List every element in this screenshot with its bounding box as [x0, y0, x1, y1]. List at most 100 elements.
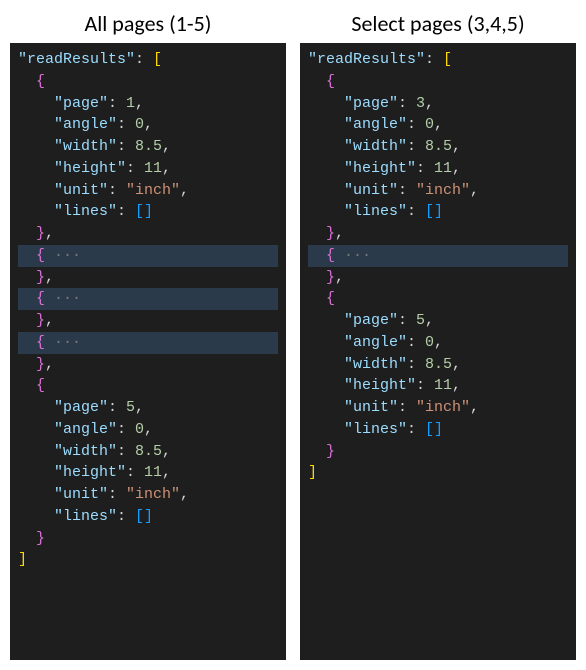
json-key: "lines" — [54, 203, 117, 220]
json-key: "width" — [54, 138, 117, 155]
code-line: "width": 8.5, — [308, 136, 568, 158]
json-key: "width" — [54, 443, 117, 460]
code-line: { ··· — [308, 245, 568, 267]
column-title-right: Select pages (3,4,5) — [300, 10, 576, 37]
code-line: }, — [18, 354, 278, 376]
code-line: "unit": "inch", — [18, 180, 278, 202]
json-key: "unit" — [344, 399, 398, 416]
json-key: "angle" — [344, 334, 407, 351]
json-value: 8.5 — [135, 138, 162, 155]
json-value: 0 — [135, 116, 144, 133]
json-value: 8.5 — [135, 443, 162, 460]
code-line: { — [308, 71, 568, 93]
code-line: } — [18, 528, 278, 550]
json-value: "inch" — [126, 486, 180, 503]
code-line: "height": 11, — [18, 462, 278, 484]
code-line: "height": 11, — [18, 158, 278, 180]
code-line: { ··· — [18, 288, 278, 310]
json-key: "lines" — [344, 203, 407, 220]
code-line: }, — [18, 310, 278, 332]
code-line: }, — [308, 267, 568, 289]
code-line: "unit": "inch", — [308, 180, 568, 202]
code-line: { ··· — [18, 332, 278, 354]
code-line: ] — [308, 462, 568, 484]
code-line: "readResults": [ — [308, 49, 568, 71]
column-left: All pages (1-5) "readResults": [{"page":… — [10, 10, 286, 660]
code-line: "unit": "inch", — [308, 397, 568, 419]
code-line: "page": 3, — [308, 93, 568, 115]
json-value: 5 — [416, 312, 425, 329]
code-line: { — [18, 71, 278, 93]
json-value: "inch" — [126, 182, 180, 199]
code-line: "width": 8.5, — [308, 354, 568, 376]
column-right: Select pages (3,4,5) "readResults": [{"p… — [300, 10, 576, 660]
json-key: "height" — [344, 160, 416, 177]
json-value: 1 — [126, 95, 135, 112]
json-key: "readResults" — [18, 51, 135, 68]
code-line: }, — [18, 223, 278, 245]
code-line: "readResults": [ — [18, 49, 278, 71]
code-line: } — [308, 441, 568, 463]
collapsed-icon: ··· — [54, 290, 81, 307]
json-key: "width" — [344, 356, 407, 373]
code-block-left: "readResults": [{"page": 1,"angle": 0,"w… — [10, 43, 286, 660]
column-title-left: All pages (1-5) — [10, 10, 286, 37]
json-key: "angle" — [54, 116, 117, 133]
json-key: "readResults" — [308, 51, 425, 68]
json-key: "angle" — [54, 421, 117, 438]
code-line: "lines": [] — [18, 201, 278, 223]
code-line: "lines": [] — [308, 419, 568, 441]
collapsed-icon: ··· — [344, 247, 371, 264]
json-value: 0 — [425, 116, 434, 133]
json-key: "height" — [54, 160, 126, 177]
code-line: "unit": "inch", — [18, 484, 278, 506]
json-key: "lines" — [54, 508, 117, 525]
json-value: 0 — [135, 421, 144, 438]
code-line: { — [18, 375, 278, 397]
collapsed-icon: ··· — [54, 334, 81, 351]
collapsed-icon: ··· — [54, 247, 81, 264]
code-line: "page": 1, — [18, 93, 278, 115]
code-line: ] — [18, 549, 278, 571]
code-line: "angle": 0, — [308, 114, 568, 136]
code-line: "width": 8.5, — [18, 136, 278, 158]
json-value: "inch" — [416, 399, 470, 416]
json-key: "page" — [54, 399, 108, 416]
code-line: }, — [308, 223, 568, 245]
code-line: "angle": 0, — [18, 419, 278, 441]
code-line: "lines": [] — [18, 506, 278, 528]
json-value: 11 — [434, 377, 452, 394]
json-key: "width" — [344, 138, 407, 155]
json-key: "unit" — [54, 486, 108, 503]
code-block-right: "readResults": [{"page": 3,"angle": 0,"w… — [300, 43, 576, 660]
code-line: "angle": 0, — [18, 114, 278, 136]
json-key: "unit" — [344, 182, 398, 199]
json-value: 3 — [416, 95, 425, 112]
code-line: "width": 8.5, — [18, 441, 278, 463]
json-value: 11 — [144, 160, 162, 177]
json-key: "page" — [54, 95, 108, 112]
comparison-container: All pages (1-5) "readResults": [{"page":… — [10, 10, 576, 660]
code-line: "page": 5, — [308, 310, 568, 332]
json-value: 11 — [144, 464, 162, 481]
code-line: "height": 11, — [308, 375, 568, 397]
code-line: "page": 5, — [18, 397, 278, 419]
json-value: 8.5 — [425, 356, 452, 373]
json-key: "height" — [54, 464, 126, 481]
code-line: }, — [18, 267, 278, 289]
code-line: { — [308, 288, 568, 310]
json-value: 8.5 — [425, 138, 452, 155]
json-key: "unit" — [54, 182, 108, 199]
json-key: "lines" — [344, 421, 407, 438]
json-key: "height" — [344, 377, 416, 394]
json-value: "inch" — [416, 182, 470, 199]
json-key: "page" — [344, 95, 398, 112]
json-value: 11 — [434, 160, 452, 177]
code-line: "angle": 0, — [308, 332, 568, 354]
json-key: "page" — [344, 312, 398, 329]
json-value: 0 — [425, 334, 434, 351]
code-line: { ··· — [18, 245, 278, 267]
json-key: "angle" — [344, 116, 407, 133]
code-line: "lines": [] — [308, 201, 568, 223]
code-line: "height": 11, — [308, 158, 568, 180]
